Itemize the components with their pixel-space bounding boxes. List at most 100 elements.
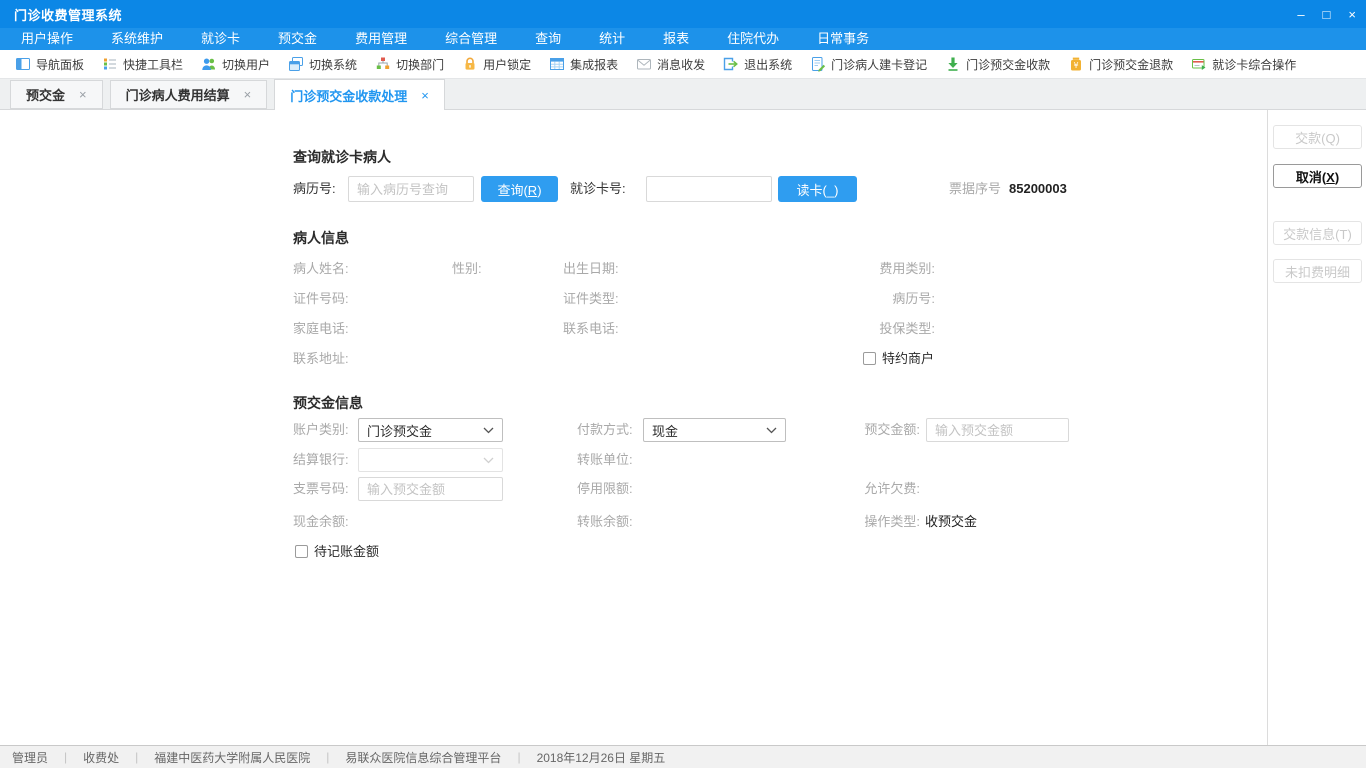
toolbar-switch-system[interactable]: 切换系统: [279, 56, 366, 73]
pending-amount-label: 待记账金额: [314, 544, 380, 559]
settle-bank-label: 结算银行:: [293, 452, 349, 467]
status-user: 管理员: [12, 750, 49, 765]
menu-fee-mgmt[interactable]: 费用管理: [336, 28, 426, 50]
toolbar-switch-dept[interactable]: 切换部门: [366, 56, 453, 73]
pay-method-value: 现金: [652, 423, 679, 439]
toolbar-integrated-report[interactable]: 集成报表: [540, 56, 627, 73]
card-no-input[interactable]: [646, 176, 772, 202]
mrn-input[interactable]: [348, 176, 474, 202]
account-type-label: 账户类别:: [293, 422, 349, 437]
tab-label: 门诊病人费用结算: [125, 88, 230, 103]
maximize-button[interactable]: □: [1323, 8, 1331, 21]
gender-label: 性别:: [452, 261, 482, 276]
toolbar-card-ops[interactable]: 就诊卡综合操作: [1182, 56, 1305, 73]
undeducted-detail-button[interactable]: 未扣费明细: [1273, 259, 1362, 283]
user-lock-icon: [462, 56, 478, 72]
search-button[interactable]: 查询(R): [481, 176, 558, 202]
toolbar-quick-toolbar[interactable]: 快捷工具栏: [93, 56, 192, 73]
stop-limit-label: 停用限额:: [577, 481, 633, 496]
toolbar-switch-user[interactable]: 切换用户: [192, 56, 279, 73]
menu-query[interactable]: 查询: [516, 28, 580, 50]
check-no-input[interactable]: [358, 477, 503, 501]
pay-button-label: ): [1335, 130, 1340, 146]
nav-panel-icon: [15, 56, 31, 72]
read-card-label: 读卡(: [796, 182, 827, 198]
home-phone-label: 家庭电话:: [293, 321, 349, 336]
pay-info-label: ): [1347, 226, 1352, 242]
tab-close-icon[interactable]: ×: [244, 87, 252, 102]
toolbar-exit-system[interactable]: 退出系统: [714, 56, 801, 73]
pay-method-select[interactable]: 现金: [643, 418, 786, 442]
menu-system-maintenance[interactable]: 系统维护: [92, 28, 182, 50]
close-button[interactable]: ×: [1348, 8, 1356, 21]
toolbar-label: 切换部门: [396, 57, 445, 72]
toolbar-label: 用户锁定: [483, 57, 532, 72]
toolbar-label: 就诊卡综合操作: [1212, 57, 1297, 72]
status-separator: |: [517, 750, 521, 764]
cash-balance-label: 现金余额:: [293, 514, 349, 529]
toolbar-label: 集成报表: [570, 57, 619, 72]
tab-prepay[interactable]: 预交金 ×: [10, 80, 103, 109]
quick-toolbar-icon: [102, 56, 118, 72]
pending-amount-checkbox[interactable]: [295, 545, 308, 558]
status-separator: |: [326, 750, 330, 764]
transfer-unit-label: 转账单位:: [577, 452, 633, 467]
pay-button[interactable]: 交款(Q): [1273, 125, 1362, 149]
op-type-label: 操作类型:: [864, 514, 920, 529]
receipt-seq-label: 票据序号: [949, 181, 1002, 196]
statusbar: 管理员 | 收费处 | 福建中医药大学附属人民医院 | 易联众医院信息综合管理平…: [0, 745, 1366, 768]
read-card-button[interactable]: 读卡(_): [778, 176, 857, 202]
cancel-button[interactable]: 取消(X): [1273, 164, 1362, 188]
birth-date-label: 出生日期:: [563, 261, 619, 276]
account-type-select[interactable]: 门诊预交金: [358, 418, 503, 442]
cancel-button-label: 取消(: [1295, 169, 1327, 185]
toolbar-prepay-refund[interactable]: ¥ 门诊预交金退款: [1059, 56, 1182, 73]
tab-close-icon[interactable]: ×: [79, 87, 87, 102]
chevron-down-icon: [483, 427, 494, 433]
allow-debt-label: 允许欠费:: [864, 481, 920, 496]
toolbar-user-lock[interactable]: 用户锁定: [453, 56, 540, 73]
menu-user-ops[interactable]: 用户操作: [2, 28, 92, 50]
fee-type-label: 费用类别:: [879, 261, 935, 276]
menu-reports[interactable]: 报表: [644, 28, 708, 50]
toolbar-label: 退出系统: [744, 57, 793, 72]
tab-close-icon[interactable]: ×: [421, 88, 429, 103]
minimize-button[interactable]: –: [1297, 8, 1304, 21]
tab-label: 预交金: [26, 88, 66, 103]
tab-label: 门诊预交金收款处理: [290, 88, 408, 104]
menu-comprehensive-mgmt[interactable]: 综合管理: [426, 28, 516, 50]
window-title: 门诊收费管理系统: [14, 7, 123, 23]
menu-daily-affairs[interactable]: 日常事务: [798, 28, 888, 50]
prepay-refund-icon: ¥: [1068, 56, 1084, 72]
toolbar-messages[interactable]: 消息收发: [627, 56, 714, 73]
pay-method-label: 付款方式:: [577, 422, 633, 437]
toolbar-label: 门诊预交金退款: [1089, 57, 1174, 72]
window-controls: – □ ×: [1297, 8, 1356, 21]
main-form: 查询就诊卡病人 病历号: 查询(R) 就诊卡号: 读卡(_) 票据序号 8520…: [0, 110, 1267, 745]
search-button-label: 查询(: [497, 182, 528, 198]
toolbar-patient-card-register[interactable]: 门诊病人建卡登记: [801, 56, 936, 73]
pay-info-button[interactable]: 交款信息(T): [1273, 221, 1362, 245]
prepay-amount-label: 预交金额:: [864, 422, 920, 437]
menu-inpatient-agency[interactable]: 住院代办: [708, 28, 798, 50]
menu-visit-card[interactable]: 就诊卡: [182, 28, 259, 50]
special-merchant-checkbox[interactable]: [863, 352, 876, 365]
pay-button-label: 交款(: [1295, 130, 1326, 146]
toolbar-nav-panel[interactable]: 导航面板: [6, 56, 93, 73]
toolbar-prepay-collect[interactable]: 门诊预交金收款: [936, 56, 1059, 73]
menu-stats[interactable]: 统计: [580, 28, 644, 50]
status-dept: 收费处: [83, 750, 120, 765]
prepay-amount-input[interactable]: [926, 418, 1069, 442]
settle-bank-select: [358, 448, 503, 472]
toolbar: 导航面板 快捷工具栏 切换用户 切换系统 切换部门 用户锁定 集成报表 消息收发…: [0, 50, 1366, 79]
menu-prepay[interactable]: 预交金: [259, 28, 336, 50]
card-combined-ops-icon: [1191, 56, 1207, 72]
pay-hotkey: Q: [1325, 130, 1336, 146]
tab-prepay-collect-processing[interactable]: 门诊预交金收款处理 ×: [274, 79, 445, 110]
toolbar-label: 切换用户: [222, 57, 271, 72]
switch-system-icon: [288, 56, 304, 72]
id-type-label: 证件类型:: [563, 291, 619, 306]
status-separator: |: [64, 750, 68, 764]
tab-outpatient-fee-settle[interactable]: 门诊病人费用结算 ×: [109, 80, 268, 109]
titlebar: 门诊收费管理系统 – □ ×: [0, 0, 1366, 28]
